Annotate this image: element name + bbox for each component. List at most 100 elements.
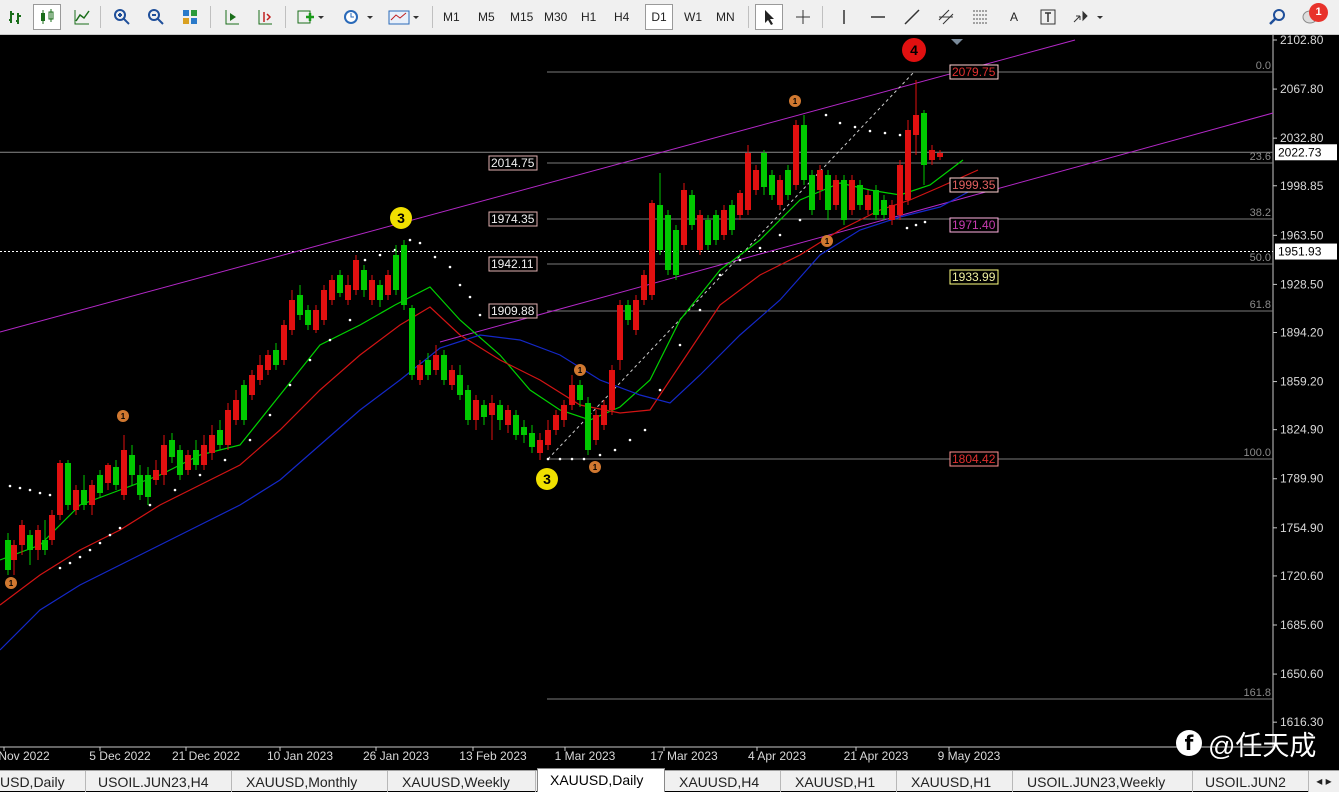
candle-body	[233, 400, 239, 420]
text-tool[interactable]: A	[1000, 4, 1028, 30]
candle-body	[313, 310, 319, 330]
level-tag-label: 1971.40	[952, 218, 996, 232]
indicators-icon[interactable]	[292, 4, 330, 30]
price-chart[interactable]: 2102.80 2067.80 2032.80 1998.85 1963.50 1928.…	[0, 35, 1339, 770]
candle-body	[153, 470, 159, 480]
candle-body	[27, 535, 33, 550]
vertical-line-icon[interactable]	[830, 4, 858, 30]
zoom-in-icon[interactable]	[108, 4, 136, 30]
sar-dot	[853, 125, 857, 129]
equidistant-channel-icon[interactable]	[932, 4, 960, 30]
candle-body	[465, 390, 471, 420]
candle-body	[337, 275, 343, 293]
fibonacci-retracement-icon[interactable]	[966, 4, 994, 30]
text-label-icon[interactable]	[1034, 4, 1062, 30]
fib-level-label: 0.0	[1256, 60, 1271, 72]
bar-chart-icon[interactable]	[3, 4, 31, 30]
auto-scroll-icon[interactable]	[218, 4, 246, 30]
sar-dot	[448, 265, 452, 269]
sar-dot	[328, 338, 332, 342]
candle-body	[193, 450, 199, 465]
timeframe-m1[interactable]: M1	[440, 4, 463, 30]
candle-body	[265, 355, 271, 370]
templates-icon[interactable]	[384, 4, 424, 30]
timeframe-h1[interactable]: H1	[578, 4, 599, 30]
search-icon[interactable]	[1263, 4, 1291, 30]
arrows-icon[interactable]	[1068, 4, 1108, 30]
timeframe-d1[interactable]: D1	[645, 4, 673, 30]
date-label: 5 Dec 2022	[89, 749, 151, 763]
sar-dot	[582, 457, 586, 461]
price-scale-label: 1963.50	[1280, 228, 1324, 242]
line-chart-icon[interactable]	[68, 4, 96, 30]
trendline-icon[interactable]	[898, 4, 926, 30]
candle-body	[89, 485, 95, 505]
candle-body	[721, 210, 727, 235]
periods-clock-icon[interactable]	[338, 4, 378, 30]
timeframe-mn[interactable]: MN	[713, 4, 738, 30]
price-scale-label: 1824.90	[1280, 423, 1324, 437]
candle-body	[881, 200, 887, 215]
candle-body	[329, 280, 335, 300]
candle-body	[665, 215, 671, 270]
toolbar: M1 M5 M15 M30 H1 H4 D1 W1 MN A 1	[0, 0, 1339, 35]
cursor-icon[interactable]	[755, 4, 783, 30]
candle-body	[433, 355, 439, 370]
candle-body	[505, 410, 511, 425]
tab-usoil-jun2[interactable]: USOIL.JUN2	[1193, 771, 1309, 792]
candle-body	[513, 415, 519, 435]
wave-label: 1	[121, 412, 126, 421]
tile-windows-icon[interactable]	[176, 4, 204, 30]
sar-dot	[348, 318, 352, 322]
tab-xauusd-weekly[interactable]: XAUUSD,Weekly	[388, 771, 536, 792]
tab-xauusd-monthly[interactable]: XAUUSD,Monthly	[232, 771, 388, 792]
tab-xauusd-h1-b[interactable]: XAUUSD,H1	[897, 771, 1013, 792]
timeframe-m15[interactable]: M15	[507, 4, 536, 30]
price-scale-label: 1789.90	[1280, 472, 1324, 486]
candlestick-chart-icon[interactable]	[33, 4, 61, 30]
sar-dot	[28, 488, 32, 492]
sar-dot	[658, 388, 662, 392]
candle-body	[593, 415, 599, 440]
wave-label: 1	[793, 97, 798, 106]
tab-xauusd-daily[interactable]: XAUUSD,Daily	[537, 768, 665, 792]
candle-body	[129, 455, 135, 475]
tab-scroll-arrows[interactable]: ◂ ▸	[1309, 771, 1339, 792]
candle-body	[49, 515, 55, 540]
candle-body	[673, 230, 679, 275]
tab-xauusd-h4[interactable]: XAUUSD,H4	[665, 771, 781, 792]
chart-shift-icon[interactable]	[251, 4, 279, 30]
sar-dot	[798, 218, 802, 222]
candle-body	[929, 150, 935, 160]
timeframe-m5[interactable]: M5	[475, 4, 498, 30]
candle-body	[561, 405, 567, 420]
wave-label: 1	[9, 579, 14, 588]
timeframe-w1[interactable]: W1	[681, 4, 705, 30]
sar-dot	[363, 258, 367, 262]
tab-usoil-h4[interactable]: USOIL.JUN23,H4	[86, 771, 232, 792]
zoom-out-icon[interactable]	[142, 4, 170, 30]
candle-body	[273, 350, 279, 365]
sar-dot	[598, 453, 602, 457]
candle-body	[657, 205, 663, 250]
candle-body	[145, 475, 151, 497]
candle-body	[81, 490, 87, 505]
sar-dot	[418, 241, 422, 245]
candle-body	[65, 463, 71, 505]
sar-dot	[478, 313, 482, 317]
fib-level-label: 38.2	[1250, 207, 1271, 219]
timeframe-m30[interactable]: M30	[541, 4, 570, 30]
wave-label: 3	[543, 471, 551, 487]
horizontal-line-icon[interactable]	[864, 4, 892, 30]
tab-usoil-weekly[interactable]: USOIL.JUN23,Weekly	[1013, 771, 1193, 792]
crosshair-icon[interactable]	[789, 4, 817, 30]
tab-xauusd-h1-a[interactable]: XAUUSD,H1	[781, 771, 897, 792]
candle-body	[409, 308, 415, 375]
candle-body	[5, 540, 11, 570]
timeframe-h4[interactable]: H4	[611, 4, 632, 30]
tab-usd-daily[interactable]: USD,Daily	[0, 771, 86, 792]
sar-dot	[458, 283, 462, 287]
candle-body	[241, 385, 247, 420]
date-label: 13 Feb 2023	[459, 749, 527, 763]
sar-dot	[118, 526, 122, 530]
